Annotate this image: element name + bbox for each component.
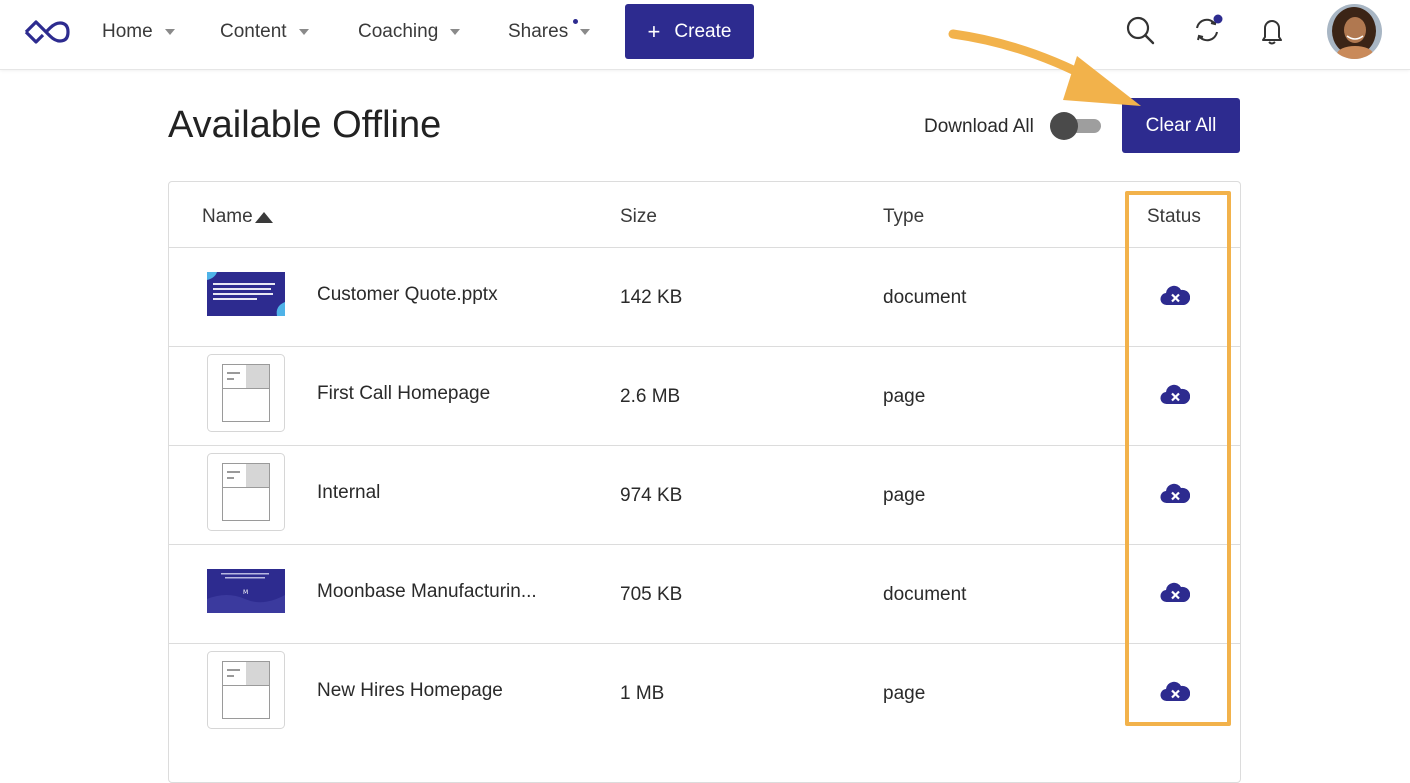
file-name[interactable]: Moonbase Manufacturin...	[317, 581, 537, 603]
search-icon[interactable]	[1124, 14, 1156, 46]
table-row[interactable]: M Moonbase Manufacturin... 705 KB docume…	[169, 544, 1240, 644]
file-size: 974 KB	[620, 485, 683, 506]
table-row[interactable]: Customer Quote.pptx 142 KB document	[169, 247, 1240, 347]
slide-thumbnail: M	[207, 569, 285, 613]
table-row[interactable]: First Call Homepage 2.6 MB page	[169, 346, 1240, 446]
table-row[interactable]: Internal 974 KB page	[169, 445, 1240, 545]
column-header-type[interactable]: Type	[883, 206, 924, 228]
chevron-down-icon	[580, 29, 591, 35]
column-header-size-label: Size	[620, 206, 657, 227]
app-logo-icon[interactable]	[24, 18, 70, 46]
nav-home[interactable]: Home	[102, 19, 175, 45]
column-header-status-label: Status	[1147, 206, 1201, 227]
cloud-remove-icon[interactable]	[1160, 581, 1190, 605]
cloud-remove-icon[interactable]	[1160, 284, 1190, 308]
toggle-knob	[1050, 112, 1078, 140]
file-size: 705 KB	[620, 584, 683, 605]
file-size: 1 MB	[620, 683, 665, 704]
sync-icon[interactable]	[1191, 14, 1223, 46]
file-name[interactable]: Internal	[317, 482, 380, 504]
page-thumbnail	[207, 354, 285, 432]
file-type: document	[883, 584, 967, 605]
nav-coaching[interactable]: Coaching	[358, 19, 461, 45]
file-type: page	[883, 485, 926, 506]
file-size: 142 KB	[620, 287, 683, 308]
cloud-remove-icon[interactable]	[1160, 482, 1190, 506]
user-avatar[interactable]	[1327, 4, 1382, 59]
column-header-type-label: Type	[883, 206, 925, 227]
plus-icon: +	[647, 18, 661, 44]
column-header-size[interactable]: Size	[620, 206, 657, 228]
column-header-name-label: Name	[202, 206, 253, 227]
table-row[interactable]: New Hires Homepage 1 MB page	[169, 643, 1240, 743]
column-header-name[interactable]: Name	[202, 206, 273, 228]
page-title: Available Offline	[168, 104, 442, 146]
chevron-down-icon	[298, 29, 309, 35]
chevron-down-icon	[164, 29, 175, 35]
clear-all-label: Clear All	[1145, 114, 1217, 136]
file-type: page	[883, 386, 926, 407]
bell-icon[interactable]	[1256, 14, 1288, 46]
shares-notification-dot	[573, 19, 578, 24]
download-all-label: Download All	[924, 116, 1034, 137]
page-thumbnail	[207, 453, 285, 531]
nav-content-label: Content	[220, 21, 287, 42]
nav-content[interactable]: Content	[220, 19, 309, 45]
file-name[interactable]: New Hires Homepage	[317, 680, 503, 702]
page-thumbnail	[207, 651, 285, 729]
offline-files-table: Name Size Type Status Customer Quote.ppt…	[168, 181, 1241, 783]
nav-shares-label: Shares	[508, 21, 569, 42]
nav-home-label: Home	[102, 21, 153, 42]
create-button[interactable]: + Create	[625, 4, 754, 59]
column-header-status[interactable]: Status	[1147, 206, 1201, 228]
cloud-remove-icon[interactable]	[1160, 383, 1190, 407]
file-type: document	[883, 287, 967, 308]
nav-shares[interactable]: Shares	[508, 19, 591, 45]
file-type: page	[883, 683, 926, 704]
slide-thumbnail	[207, 272, 285, 316]
clear-all-button[interactable]: Clear All	[1122, 98, 1240, 153]
sort-ascending-icon	[254, 211, 273, 223]
file-name[interactable]: Customer Quote.pptx	[317, 284, 498, 306]
chevron-down-icon	[450, 29, 461, 35]
avatar-image	[1327, 4, 1382, 59]
top-navigation-bar: Home Content Coaching Shares + Create	[0, 0, 1410, 70]
file-name[interactable]: First Call Homepage	[317, 383, 490, 405]
create-button-label: Create	[674, 20, 732, 42]
file-size: 2.6 MB	[620, 386, 681, 407]
cloud-remove-icon[interactable]	[1160, 680, 1190, 704]
download-all-toggle[interactable]	[1050, 112, 1102, 140]
svg-text:M: M	[243, 589, 248, 596]
nav-coaching-label: Coaching	[358, 21, 439, 42]
